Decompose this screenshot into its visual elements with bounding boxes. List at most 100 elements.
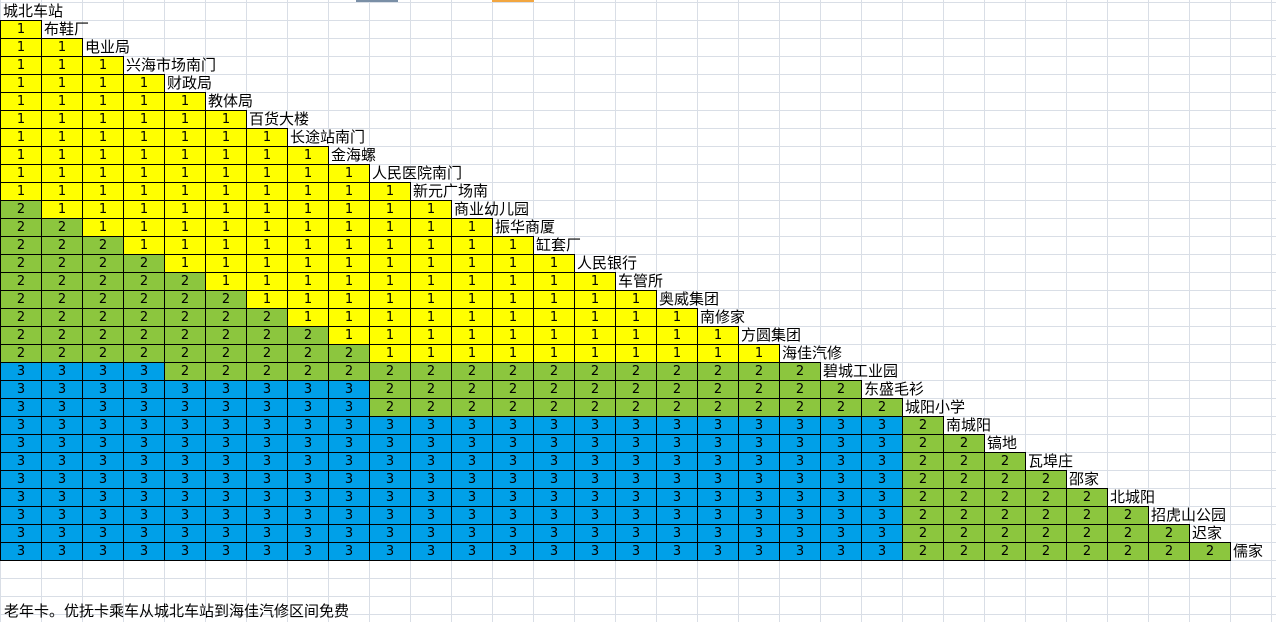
fare-cell[interactable]: 1 bbox=[164, 236, 206, 255]
fare-cell[interactable]: 1 bbox=[533, 254, 575, 273]
fare-cell[interactable]: 1 bbox=[328, 290, 370, 309]
fare-cell[interactable]: 2 bbox=[615, 380, 657, 399]
fare-cell[interactable]: 1 bbox=[328, 218, 370, 237]
fare-cell[interactable]: 3 bbox=[574, 470, 616, 489]
fare-cell[interactable]: 3 bbox=[123, 380, 165, 399]
fare-cell[interactable]: 1 bbox=[41, 38, 83, 57]
fare-cell[interactable]: 2 bbox=[943, 524, 985, 543]
fare-cell[interactable]: 1 bbox=[82, 164, 124, 183]
fare-cell[interactable]: 2 bbox=[451, 398, 493, 417]
fare-cell[interactable]: 3 bbox=[820, 542, 862, 561]
fare-cell[interactable]: 3 bbox=[287, 380, 329, 399]
fare-cell[interactable]: 1 bbox=[574, 308, 616, 327]
fare-cell[interactable]: 2 bbox=[1066, 488, 1108, 507]
fare-cell[interactable]: 3 bbox=[451, 452, 493, 471]
fare-cell[interactable]: 1 bbox=[246, 128, 288, 147]
fare-cell[interactable]: 1 bbox=[410, 326, 452, 345]
fare-cell[interactable]: 3 bbox=[697, 416, 739, 435]
fare-cell[interactable]: 2 bbox=[902, 416, 944, 435]
fare-cell[interactable]: 2 bbox=[41, 218, 83, 237]
fare-cell[interactable]: 3 bbox=[492, 416, 534, 435]
fare-cell[interactable]: 1 bbox=[246, 254, 288, 273]
fare-cell[interactable]: 2 bbox=[287, 362, 329, 381]
fare-cell[interactable]: 3 bbox=[410, 524, 452, 543]
fare-cell[interactable]: 3 bbox=[246, 380, 288, 399]
fare-cell[interactable]: 3 bbox=[0, 416, 42, 435]
fare-cell[interactable]: 2 bbox=[1025, 506, 1067, 525]
fare-cell[interactable]: 3 bbox=[738, 452, 780, 471]
fare-cell[interactable]: 3 bbox=[328, 542, 370, 561]
fare-cell[interactable]: 3 bbox=[492, 542, 534, 561]
fare-cell[interactable]: 1 bbox=[328, 182, 370, 201]
fare-cell[interactable]: 2 bbox=[984, 524, 1026, 543]
fare-cell[interactable]: 1 bbox=[205, 182, 247, 201]
fare-cell[interactable]: 2 bbox=[1107, 524, 1149, 543]
fare-cell[interactable]: 1 bbox=[369, 254, 411, 273]
fare-cell[interactable]: 3 bbox=[123, 452, 165, 471]
fare-cell[interactable]: 1 bbox=[492, 326, 534, 345]
fare-cell[interactable]: 2 bbox=[82, 290, 124, 309]
fare-cell[interactable]: 3 bbox=[82, 452, 124, 471]
fare-cell[interactable]: 3 bbox=[697, 470, 739, 489]
fare-cell[interactable]: 3 bbox=[410, 542, 452, 561]
fare-cell[interactable]: 2 bbox=[0, 272, 42, 291]
fare-cell[interactable]: 2 bbox=[246, 326, 288, 345]
fare-cell[interactable]: 2 bbox=[82, 326, 124, 345]
fare-cell[interactable]: 1 bbox=[369, 344, 411, 363]
fare-cell[interactable]: 3 bbox=[82, 416, 124, 435]
fare-cell[interactable]: 3 bbox=[820, 524, 862, 543]
fare-cell[interactable]: 3 bbox=[779, 416, 821, 435]
fare-cell[interactable]: 1 bbox=[369, 290, 411, 309]
fare-cell[interactable]: 3 bbox=[287, 434, 329, 453]
fare-cell[interactable]: 2 bbox=[0, 326, 42, 345]
fare-cell[interactable]: 3 bbox=[574, 452, 616, 471]
fare-cell[interactable]: 1 bbox=[164, 200, 206, 219]
fare-cell[interactable]: 3 bbox=[533, 470, 575, 489]
fare-cell[interactable]: 1 bbox=[123, 218, 165, 237]
fare-cell[interactable]: 2 bbox=[738, 362, 780, 381]
fare-cell[interactable]: 3 bbox=[0, 524, 42, 543]
fare-cell[interactable]: 3 bbox=[410, 452, 452, 471]
fare-cell[interactable]: 3 bbox=[287, 470, 329, 489]
fare-cell[interactable]: 2 bbox=[533, 398, 575, 417]
fare-cell[interactable]: 1 bbox=[287, 308, 329, 327]
fare-cell[interactable]: 3 bbox=[328, 470, 370, 489]
fare-cell[interactable]: 2 bbox=[82, 272, 124, 291]
fare-cell[interactable]: 3 bbox=[615, 470, 657, 489]
fare-cell[interactable]: 1 bbox=[492, 308, 534, 327]
fare-cell[interactable]: 3 bbox=[41, 362, 83, 381]
fare-cell[interactable]: 2 bbox=[164, 344, 206, 363]
fare-cell[interactable]: 2 bbox=[1189, 542, 1231, 561]
fare-cell[interactable]: 2 bbox=[902, 452, 944, 471]
fare-cell[interactable]: 2 bbox=[41, 236, 83, 255]
fare-cell[interactable]: 3 bbox=[164, 506, 206, 525]
fare-cell[interactable]: 1 bbox=[205, 272, 247, 291]
fare-cell[interactable]: 2 bbox=[1066, 542, 1108, 561]
fare-cell[interactable]: 2 bbox=[82, 308, 124, 327]
fare-cell[interactable]: 1 bbox=[451, 308, 493, 327]
fare-cell[interactable]: 2 bbox=[820, 380, 862, 399]
fare-cell[interactable]: 3 bbox=[492, 524, 534, 543]
fare-cell[interactable]: 2 bbox=[123, 272, 165, 291]
fare-cell[interactable]: 3 bbox=[574, 488, 616, 507]
fare-cell[interactable]: 3 bbox=[287, 542, 329, 561]
fare-cell[interactable]: 2 bbox=[328, 344, 370, 363]
fare-cell[interactable]: 3 bbox=[861, 524, 903, 543]
fare-cell[interactable]: 3 bbox=[287, 416, 329, 435]
fare-cell[interactable]: 1 bbox=[328, 164, 370, 183]
fare-cell[interactable]: 1 bbox=[451, 290, 493, 309]
fare-cell[interactable]: 1 bbox=[205, 254, 247, 273]
fare-cell[interactable]: 3 bbox=[861, 452, 903, 471]
fare-cell[interactable]: 3 bbox=[369, 542, 411, 561]
fare-cell[interactable]: 3 bbox=[123, 542, 165, 561]
fare-cell[interactable]: 1 bbox=[574, 326, 616, 345]
fare-cell[interactable]: 3 bbox=[164, 452, 206, 471]
fare-cell[interactable]: 3 bbox=[779, 470, 821, 489]
fare-cell[interactable]: 3 bbox=[369, 506, 411, 525]
fare-cell[interactable]: 2 bbox=[164, 308, 206, 327]
fare-cell[interactable]: 3 bbox=[82, 470, 124, 489]
fare-cell[interactable]: 3 bbox=[451, 470, 493, 489]
fare-cell[interactable]: 1 bbox=[369, 236, 411, 255]
fare-cell[interactable]: 3 bbox=[533, 542, 575, 561]
fare-cell[interactable]: 2 bbox=[287, 344, 329, 363]
